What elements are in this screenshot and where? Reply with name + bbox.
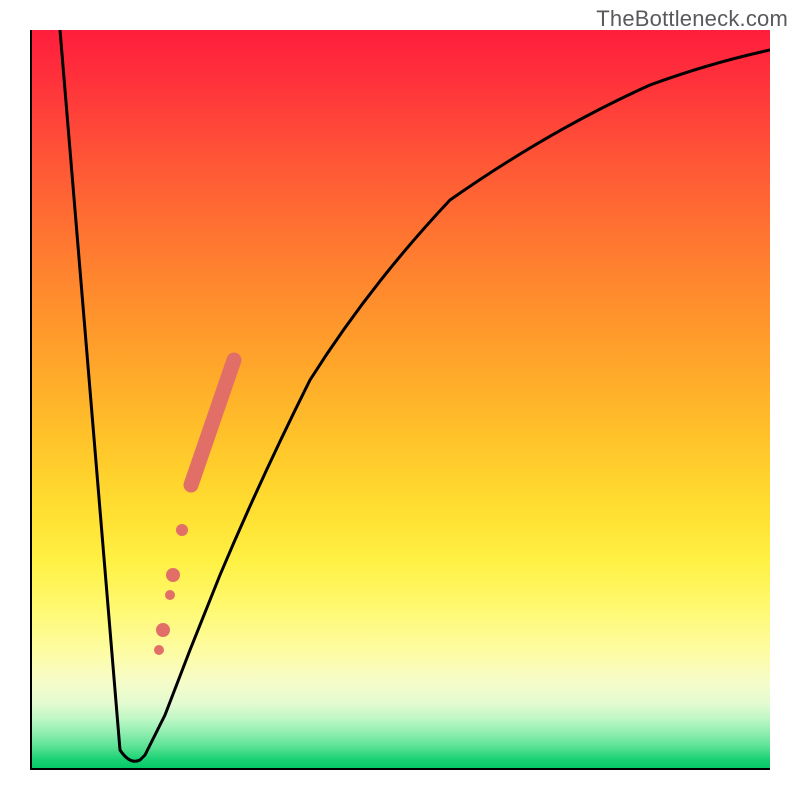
watermark: TheBottleneck.com	[596, 6, 788, 32]
chart-frame: TheBottleneck.com	[0, 0, 800, 800]
marker-dot	[156, 623, 170, 637]
marker-dot	[154, 645, 164, 655]
curve-layer	[30, 30, 770, 770]
x-axis	[30, 768, 770, 770]
y-axis	[30, 30, 32, 770]
bottleneck-curve	[60, 30, 770, 761]
marker-dot	[176, 524, 188, 536]
marker-dot	[166, 568, 180, 582]
marker-dot	[165, 590, 175, 600]
highlight-segment	[191, 360, 234, 485]
plot-area	[30, 30, 770, 770]
